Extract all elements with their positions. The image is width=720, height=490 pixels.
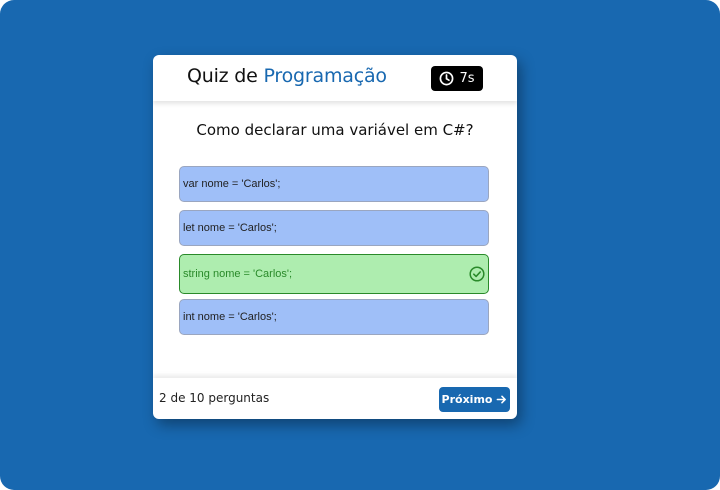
arrow-right-icon [497,395,507,404]
title-accent: Programação [263,65,387,87]
question-progress: 2 de 10 perguntas [159,391,270,405]
clock-icon [440,71,454,86]
answer-option-3[interactable]: string nome = 'Carlos'; [179,254,489,294]
question-text: Como declarar uma variável em C#? [196,121,474,139]
title-prefix: Quiz de [187,65,258,87]
timer-value: 7s [459,71,475,86]
next-button-label: Próximo [441,393,493,406]
answer-option-2[interactable]: let nome = 'Carlos'; [179,210,489,246]
answer-option-4[interactable]: int nome = 'Carlos'; [179,299,489,335]
quiz-title: Quiz de Programação [187,65,387,87]
quiz-card: Quiz de Programação 7s Como declarar uma… [153,55,517,419]
quiz-footer: 2 de 10 perguntas Próximo [153,378,517,419]
answer-option-1[interactable]: var nome = 'Carlos'; [179,166,489,202]
answer-label: string nome = 'Carlos'; [183,268,293,280]
answer-label: let nome = 'Carlos'; [183,222,277,234]
quiz-header: Quiz de Programação 7s [153,55,517,101]
page-background: Quiz de Programação 7s Como declarar uma… [0,0,720,490]
timer-badge: 7s [431,66,483,91]
next-button[interactable]: Próximo [439,387,510,412]
answer-label: var nome = 'Carlos'; [183,178,281,190]
check-circle-icon [469,266,485,282]
answer-label: int nome = 'Carlos'; [183,311,277,323]
